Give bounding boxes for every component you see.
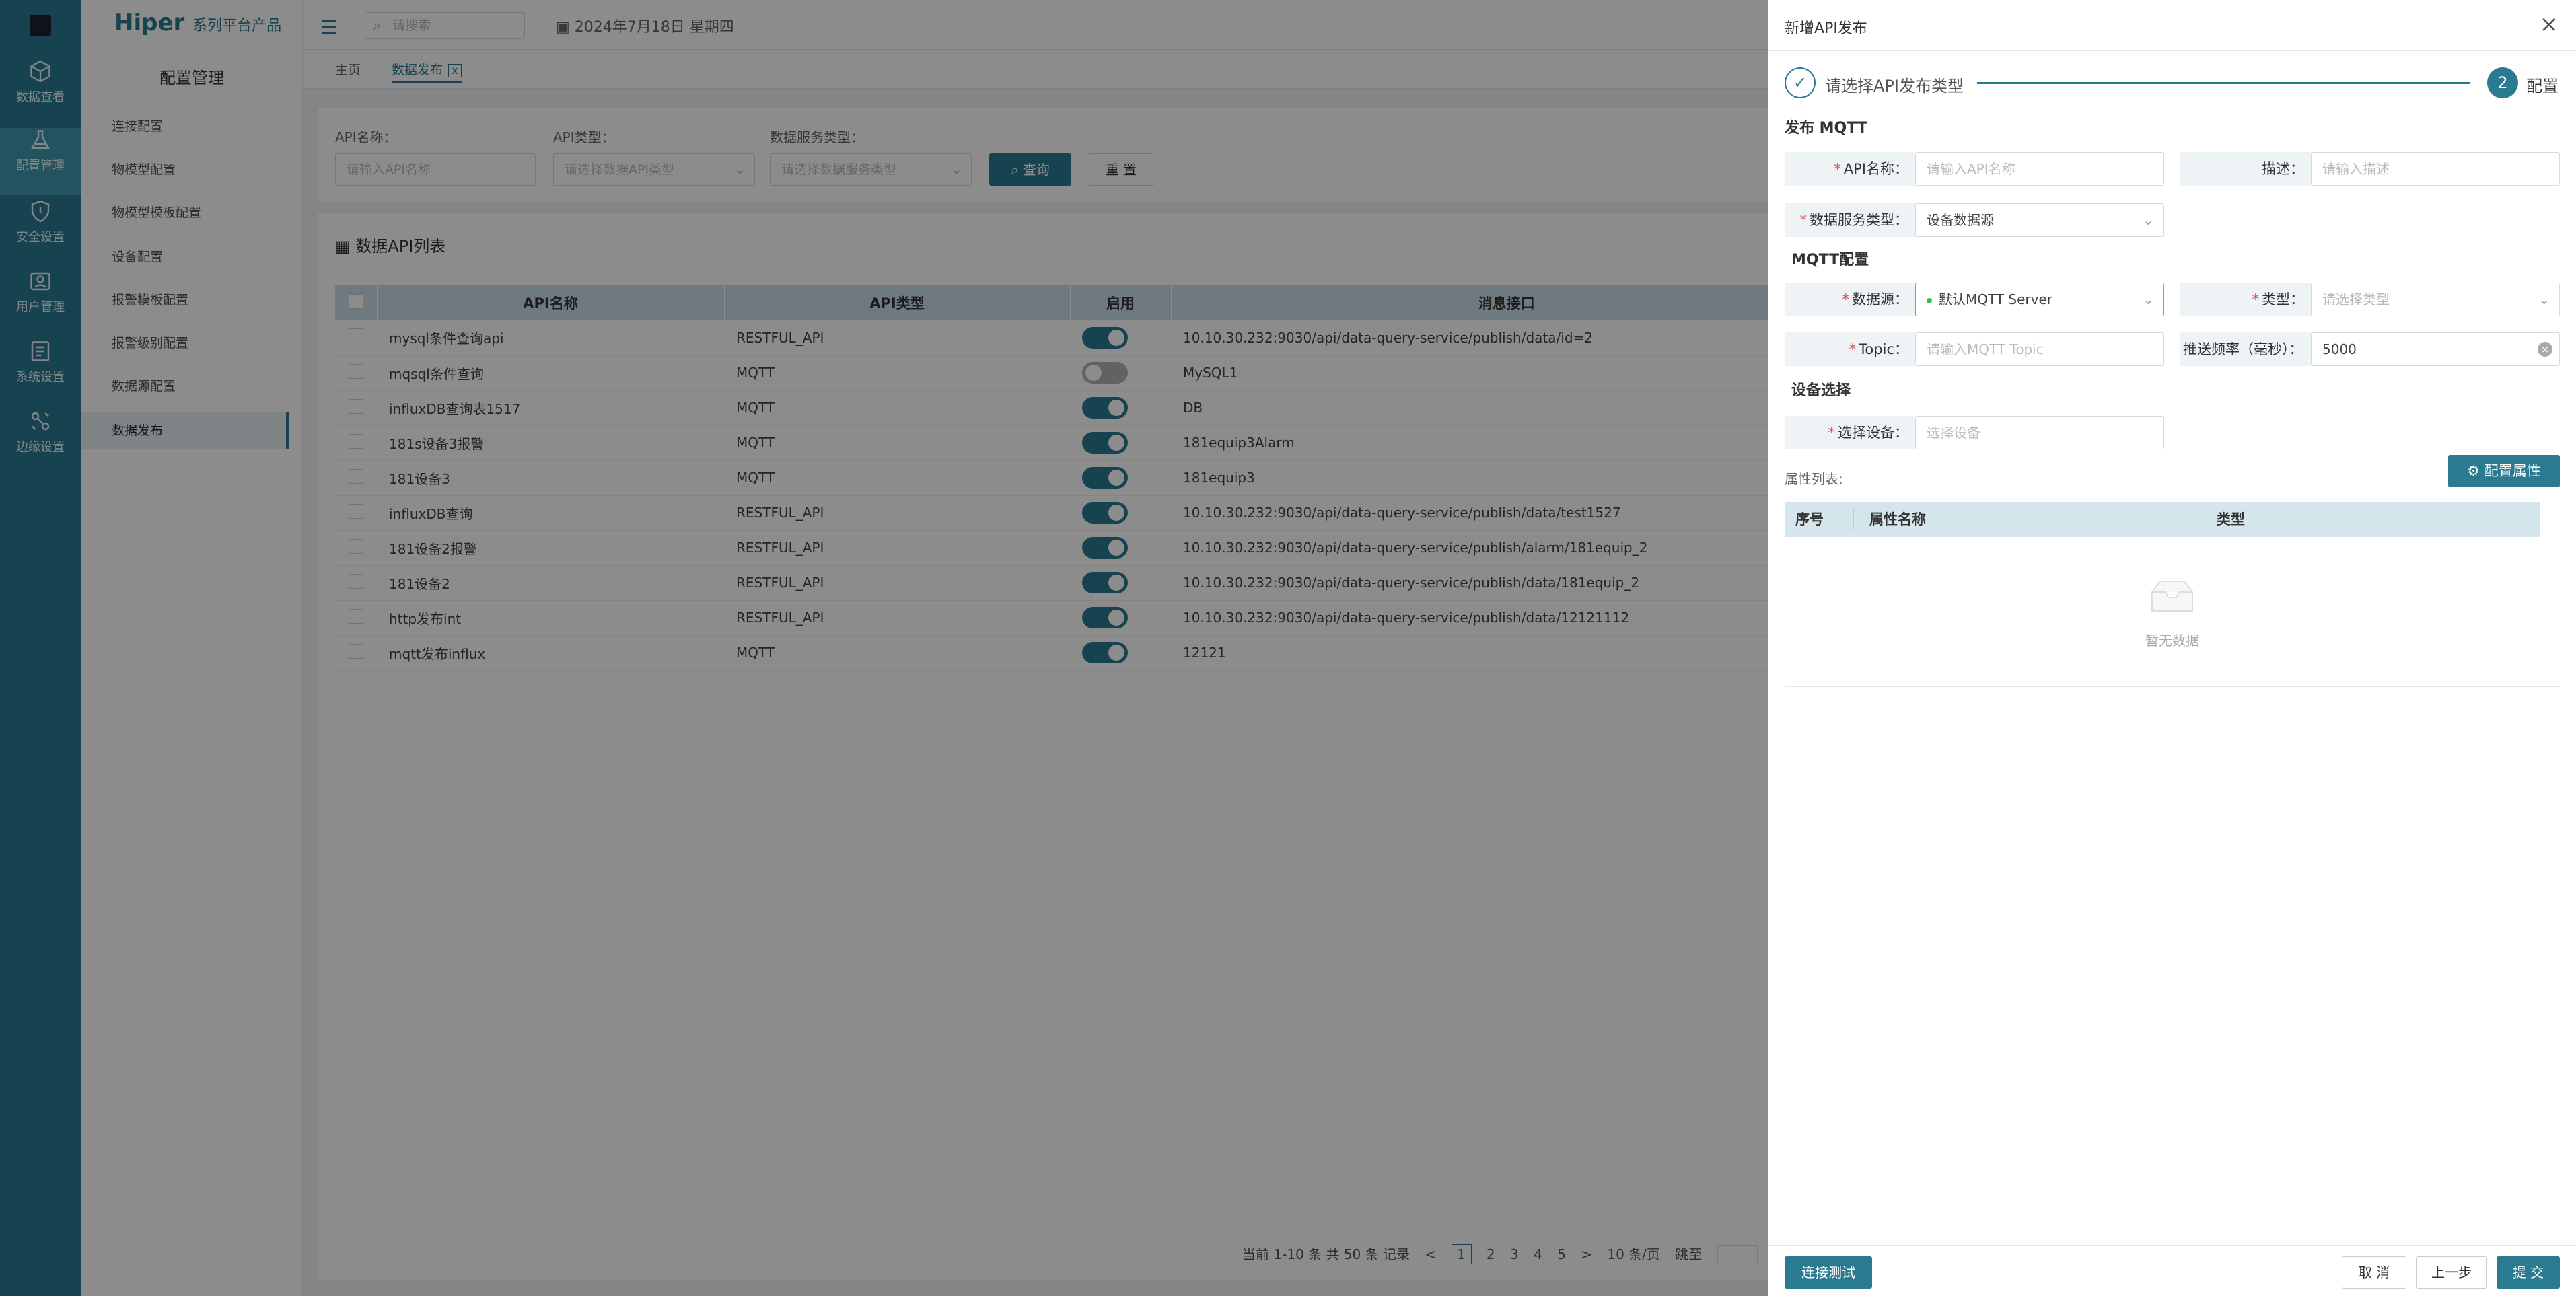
required-mark: *: [1834, 161, 1841, 177]
device-field-label: * 选择设备：: [1785, 416, 1915, 449]
freq-field-label: 推送频率（毫秒）：: [2180, 332, 2311, 366]
divider: [1785, 686, 2560, 687]
freq-value: 5000: [2322, 341, 2357, 357]
submit-button[interactable]: 提 交: [2497, 1256, 2560, 1289]
connection-test-button[interactable]: 连接测试: [1785, 1256, 1872, 1289]
chevron-down-icon: ⌄: [2143, 212, 2154, 228]
device-label-text: 选择设备：: [1838, 425, 1908, 441]
drawer-footer: 连接测试 取 消 上一步 提 交: [1768, 1245, 2576, 1296]
topic-label-text: Topic：: [1859, 341, 1908, 357]
config-attr-label: 配置属性: [2484, 463, 2541, 479]
required-mark: *: [1849, 341, 1857, 357]
col-index: 序号: [1795, 511, 1824, 528]
chevron-down-icon: ⌄: [2538, 291, 2550, 308]
service-type-field[interactable]: 设备数据源 ⌄: [1915, 203, 2164, 237]
step-2-label: 配置: [2526, 77, 2559, 96]
col-attr-name: 属性名称: [1869, 511, 1926, 528]
section-device-title: 设备选择: [1791, 382, 1851, 399]
topic-field[interactable]: 请输入MQTT Topic: [1915, 332, 2164, 366]
api-name-field-label: * API名称：: [1785, 152, 1915, 186]
api-name-field[interactable]: 请输入API名称: [1915, 152, 2164, 186]
device-field[interactable]: 选择设备: [1915, 416, 2164, 449]
type-field-label: * 类型：: [2180, 283, 2311, 316]
required-mark: *: [1842, 291, 1850, 308]
type-label-text: 类型：: [2262, 291, 2304, 308]
attr-list-label: 属性列表:: [1785, 471, 1843, 487]
source-label-text: 数据源：: [1852, 291, 1908, 308]
step-1-label[interactable]: 请选择API发布类型: [1825, 73, 1964, 96]
clear-icon[interactable]: ×: [2538, 342, 2552, 357]
source-value: 默认MQTT Server: [1939, 291, 2053, 308]
section-mqtt-title: MQTT配置: [1791, 252, 1869, 268]
type-field[interactable]: 请选择类型 ⌄: [2311, 283, 2560, 316]
source-field[interactable]: 默认MQTT Server ⌄: [1915, 283, 2164, 316]
prev-step-button[interactable]: 上一步: [2416, 1256, 2487, 1289]
desc-field[interactable]: 请输入描述: [2311, 152, 2560, 186]
empty-text: 暂无数据: [2145, 633, 2199, 649]
service-type-field-label: * 数据服务类型：: [1785, 203, 1915, 237]
cancel-button[interactable]: 取 消: [2342, 1256, 2406, 1289]
chevron-down-icon: ⌄: [2143, 291, 2154, 308]
freq-field[interactable]: 5000 ×: [2311, 332, 2560, 366]
col-attr-type: 类型: [2217, 511, 2245, 528]
attr-table-header: 序号 属性名称 类型: [1785, 502, 2540, 537]
api-name-label-text: API名称：: [1843, 161, 1908, 177]
required-mark: *: [1828, 425, 1836, 441]
required-mark: *: [2252, 291, 2260, 308]
status-dot-icon: [1927, 297, 1932, 303]
step-2-number: 2: [2487, 67, 2518, 98]
drawer-title: 新增API发布: [1785, 20, 1867, 37]
check-icon: ✓: [1785, 67, 1816, 98]
drawer-header: 新增API发布 ×: [1768, 0, 2576, 51]
service-type-value: 设备数据源: [1927, 212, 1994, 228]
source-field-label: * 数据源：: [1785, 283, 1915, 316]
section-publish-title: 发布 MQTT: [1785, 120, 1867, 137]
step-connector: [1977, 82, 2470, 84]
service-type-label-text: 数据服务类型：: [1810, 212, 1908, 228]
config-attr-button[interactable]: ⚙ 配置属性: [2448, 455, 2560, 487]
gear-icon: ⚙: [2467, 463, 2484, 479]
topic-field-label: * Topic：: [1785, 332, 1915, 366]
close-icon[interactable]: ×: [2540, 11, 2559, 38]
required-mark: *: [1799, 212, 1808, 228]
column-divider: [1853, 509, 1854, 530]
publish-drawer: 新增API发布 × ✓ 请选择API发布类型 2 配置 发布 MQTT * API…: [1768, 0, 2576, 1296]
empty-inbox-icon: [2151, 581, 2193, 612]
type-placeholder: 请选择类型: [2322, 291, 2390, 308]
desc-field-label: 描述：: [2180, 152, 2311, 186]
